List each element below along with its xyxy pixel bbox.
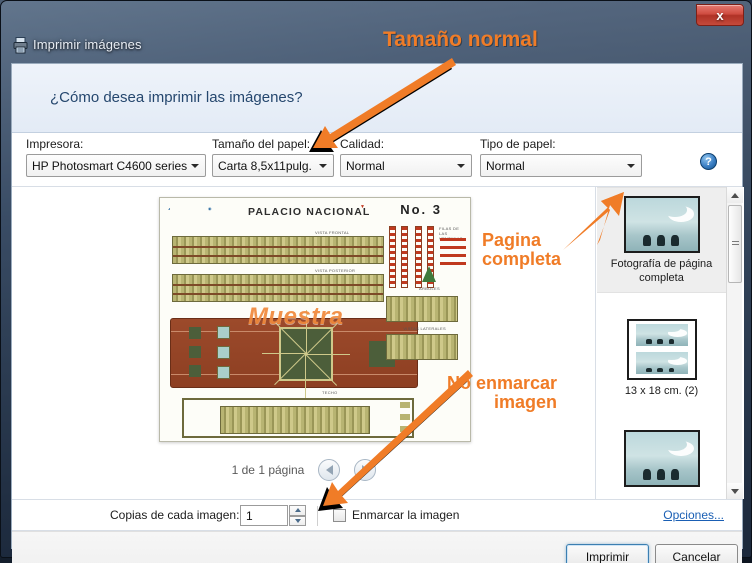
side-views-label: VISTAS LATERALES	[403, 326, 446, 331]
sample-watermark: Muestra	[248, 303, 344, 330]
emblem-icon: ▼	[360, 204, 365, 210]
courtyard	[262, 310, 350, 398]
dialog-footer: Imprimir Cancelar	[12, 531, 742, 563]
printer-icon	[13, 37, 28, 54]
tree-icon	[422, 266, 436, 282]
page-title: ¿Cómo desea imprimir las imágenes?	[50, 89, 303, 106]
layout-item-full-page[interactable]: Fotografía de página completa	[597, 187, 726, 293]
paper-size-value: Carta 8,5x11pulg.	[218, 158, 312, 173]
quality-select[interactable]: Normal	[340, 154, 472, 177]
layout-item-label: 13 x 18 cm. (2)	[624, 384, 699, 397]
back-facade	[172, 274, 384, 302]
paper-type-value: Normal	[486, 158, 525, 173]
front-facade	[172, 236, 384, 264]
layout-item-label: Fotografía de página completa	[610, 258, 713, 284]
close-icon[interactable]: x	[696, 4, 744, 26]
chevron-down-icon	[319, 163, 327, 168]
moon-icon	[663, 354, 681, 360]
print-options-row: Impresora: HP Photosmart C4600 series Ta…	[12, 133, 742, 187]
next-page-button[interactable]	[354, 459, 377, 481]
printer-select[interactable]: HP Photosmart C4600 series	[26, 154, 206, 177]
sheet-title: PALACIO NACIONAL	[248, 206, 371, 218]
copies-input[interactable]: 1	[240, 505, 288, 526]
printer-option: Impresora: HP Photosmart C4600 series	[26, 137, 206, 177]
copies-decrement-button[interactable]	[289, 515, 306, 526]
page-count: 1 de 1 página	[231, 463, 305, 477]
print-button[interactable]: Imprimir	[566, 544, 649, 563]
divider	[317, 506, 318, 526]
dialog-body: ¿Cómo desea imprimir las imágenes? Impre…	[11, 63, 744, 563]
scroll-up-button[interactable]	[727, 187, 743, 203]
paper-size-select[interactable]: Carta 8,5x11pulg.	[212, 154, 334, 177]
options-link[interactable]: Opciones...	[663, 508, 724, 522]
window-title: Imprimir imágenes	[33, 37, 142, 52]
panorama-frame	[182, 398, 414, 438]
quality-option: Calidad: Normal	[340, 137, 472, 177]
preview-pane: ◕ ◉ PALACIO NACIONAL No. 3 ▼ VISTA FRONT…	[12, 187, 596, 499]
chevron-down-icon	[191, 163, 199, 168]
scroll-down-button[interactable]	[727, 483, 743, 499]
roof-label: TECHO	[322, 390, 338, 395]
copies-bar: Copias de cada imagen: 1 Enmarcar la ima…	[12, 499, 742, 531]
caret-down-icon	[294, 518, 301, 523]
caret-up-icon	[731, 192, 739, 198]
quantity-stepper[interactable]	[289, 505, 306, 526]
paper-type-select[interactable]: Normal	[480, 154, 642, 177]
scrollbar-thumb[interactable]	[728, 205, 742, 283]
caret-up-icon	[294, 508, 301, 513]
layout-thumbnail	[623, 196, 700, 253]
chevron-right-icon	[361, 465, 369, 475]
chevron-down-icon	[627, 163, 635, 168]
page-navigation: 1 de 1 página	[12, 459, 596, 481]
paper-type-label: Tipo de papel:	[480, 137, 556, 151]
logo-left-icon: ◕	[168, 206, 171, 211]
frame-image-checkbox[interactable]	[333, 509, 346, 522]
frame-image-label: Enmarcar la imagen	[352, 508, 460, 522]
panorama-building	[220, 406, 370, 434]
layout-thumbnail	[626, 318, 697, 380]
header-band: ¿Cómo desea imprimir las imágenes?	[12, 64, 742, 133]
caret-down-icon	[731, 488, 739, 494]
chevron-down-icon	[457, 163, 465, 168]
front-view-label: VISTA FRONTAL	[315, 230, 350, 235]
paper-size-label: Tamaño del papel:	[212, 137, 311, 151]
chevron-left-icon	[325, 465, 333, 475]
help-icon[interactable]: ?	[700, 153, 717, 170]
moon-icon	[663, 438, 687, 452]
paper-size-option: Tamaño del papel: Carta 8,5x11pulg.	[212, 137, 334, 177]
quality-label: Calidad:	[340, 137, 385, 151]
cancel-button[interactable]: Cancelar	[655, 544, 738, 563]
layout-item-third[interactable]	[597, 422, 726, 498]
paper-type-option: Tipo de papel: Normal	[480, 137, 642, 177]
prev-page-button[interactable]	[318, 459, 341, 481]
moon-icon	[663, 203, 687, 217]
layout-thumbnail	[623, 430, 700, 488]
preview-image: ◕ ◉ PALACIO NACIONAL No. 3 ▼ VISTA FRONT…	[159, 197, 471, 442]
layout-scrollbar[interactable]	[726, 187, 743, 499]
layout-list[interactable]: Fotografía de página completa 13 x 18 cm…	[597, 187, 744, 499]
moon-icon	[663, 326, 681, 332]
sheet-number: No. 3	[400, 202, 442, 217]
copies-increment-button[interactable]	[289, 505, 306, 516]
copies-label: Copias de cada imagen:	[110, 508, 240, 522]
back-view-label: VISTA POSTERIOR	[315, 268, 356, 273]
printer-value: HP Photosmart C4600 series	[32, 158, 188, 173]
layout-item-13x18[interactable]: 13 x 18 cm. (2)	[597, 311, 726, 405]
quality-value: Normal	[346, 158, 385, 173]
title-bar: Imprimir imágenes x	[1, 1, 751, 63]
print-pictures-window: Imprimir imágenes x ¿Cómo desea imprimir…	[0, 0, 752, 563]
printer-label: Impresora:	[26, 137, 84, 151]
tree-label: ARBOLES	[419, 286, 440, 291]
logo-mid-icon: ◉	[208, 206, 212, 211]
